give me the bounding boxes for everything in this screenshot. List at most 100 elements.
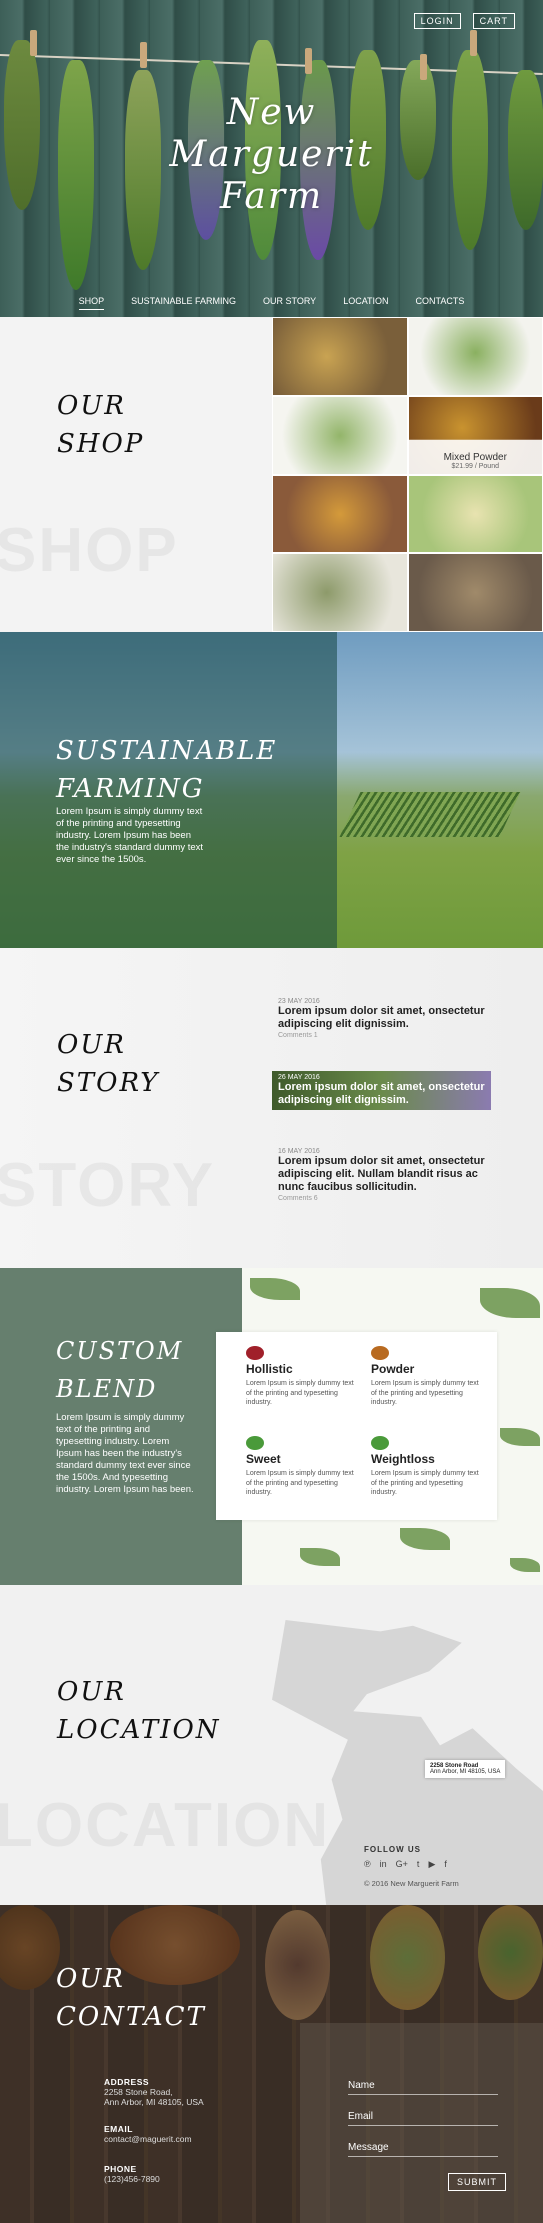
- title-line: SHOP: [57, 429, 145, 459]
- product-name: Mixed Powder: [443, 451, 507, 463]
- title-line: CONTACT: [56, 2002, 206, 2032]
- story-post[interactable]: 16 MAY 2016 Lorem ipsum dolor sit amet, …: [278, 1148, 498, 1202]
- story-post-featured[interactable]: 26 MAY 2016 Lorem ipsum dolor sit amet, …: [272, 1071, 491, 1110]
- site-title: New Marguerit Farm: [0, 92, 543, 218]
- product-tile[interactable]: [272, 317, 408, 396]
- product-tile[interactable]: [407, 553, 543, 632]
- phone-block: PHONE (123)456-7890: [104, 2164, 160, 2184]
- blend-item-name: Sweet: [246, 1452, 281, 1466]
- story-section: OUR STORY STORY 23 MAY 2016 Lorem ipsum …: [0, 948, 543, 1268]
- main-nav: SHOP SUSTAINABLE FARMING OUR STORY LOCAT…: [0, 296, 543, 310]
- clothespin: [30, 30, 37, 56]
- leaf-decoration: [500, 1428, 540, 1446]
- nav-location[interactable]: LOCATION: [343, 296, 388, 310]
- phone-number: (123)456-7890: [104, 2174, 160, 2184]
- google-plus-icon[interactable]: G+: [396, 1859, 408, 1870]
- product-caption: Mixed Powder $21.99 / Pound: [408, 396, 542, 474]
- title-line: BLEND: [56, 1375, 158, 1403]
- leaf-decoration: [250, 1278, 300, 1300]
- story-ghost-text: STORY: [0, 1151, 216, 1220]
- post-comments[interactable]: Comments 6: [278, 1195, 498, 1202]
- story-post[interactable]: 23 MAY 2016 Lorem ipsum dolor sit amet, …: [278, 998, 498, 1039]
- story-title: OUR STORY: [57, 1026, 159, 1102]
- nav-our-story[interactable]: OUR STORY: [263, 296, 316, 310]
- vineyard-rows: [339, 792, 521, 837]
- address-line: 2258 Stone Road,: [104, 2087, 173, 2097]
- message-field[interactable]: [348, 2142, 498, 2157]
- title-line: OUR: [57, 391, 126, 421]
- clothespin: [305, 48, 312, 74]
- post-date: 16 MAY 2016: [278, 1148, 320, 1155]
- login-button[interactable]: LOGIN: [413, 13, 461, 29]
- linkedin-icon[interactable]: in: [380, 1859, 387, 1870]
- cart-button[interactable]: CART: [472, 13, 515, 29]
- post-title[interactable]: Lorem ipsum dolor sit amet, onsectetur a…: [278, 1081, 485, 1107]
- blend-item-name: Weightloss: [371, 1452, 435, 1466]
- title-line: SUSTAINABLE: [56, 736, 278, 766]
- blend-item-sweet[interactable]: Sweet Lorem Ipsum is simply dummy text o…: [246, 1436, 356, 1498]
- location-section: OUR LOCATION LOCATION FOLLOW US ℗ in G+ …: [0, 1585, 543, 1905]
- pinterest-icon[interactable]: ℗: [364, 1859, 371, 1870]
- farming-title: SUSTAINABLE FARMING: [56, 732, 277, 808]
- custom-blend-section: CUSTOM BLEND Lorem Ipsum is simply dummy…: [0, 1268, 543, 1585]
- product-tile-featured[interactable]: Mixed Powder $21.99 / Pound: [407, 395, 543, 475]
- shop-title: OUR SHOP: [57, 387, 144, 463]
- product-tile[interactable]: [407, 317, 543, 396]
- youtube-icon[interactable]: ▶: [428, 1859, 435, 1870]
- blend-description: Lorem Ipsum is simply dummy text of the …: [56, 1412, 194, 1495]
- phone-label: PHONE: [104, 2164, 137, 2174]
- top-links: LOGIN CART: [413, 13, 515, 29]
- title-line: Marguerit: [169, 134, 374, 175]
- blend-item-desc: Lorem Ipsum is simply dummy text of the …: [246, 1380, 354, 1406]
- product-grid: Mixed Powder $21.99 / Pound: [272, 317, 543, 632]
- post-title[interactable]: Lorem ipsum dolor sit amet, onsectetur a…: [278, 1005, 498, 1031]
- email-link[interactable]: contact@maguerit.com: [104, 2134, 192, 2144]
- product-price: $21.99 / Pound: [451, 462, 500, 470]
- product-tile[interactable]: [272, 395, 408, 475]
- nav-contacts[interactable]: CONTACTS: [416, 296, 465, 310]
- title-line: New: [226, 92, 317, 133]
- nav-shop[interactable]: SHOP: [78, 296, 105, 310]
- location-ghost-text: LOCATION: [0, 1791, 331, 1860]
- title-line: FARMING: [56, 774, 205, 804]
- title-line: Farm: [219, 176, 324, 217]
- twitter-icon[interactable]: t: [417, 1859, 420, 1870]
- blend-item-name: Powder: [371, 1362, 415, 1376]
- post-title[interactable]: Lorem ipsum dolor sit amet, onsectetur a…: [278, 1155, 498, 1194]
- berries-icon: [246, 1346, 264, 1360]
- clothespin: [470, 30, 477, 56]
- leaf-icon: [246, 1436, 264, 1450]
- shop-ghost-text: SHOP: [0, 516, 179, 585]
- blend-item-hollistic[interactable]: Hollistic Lorem Ipsum is simply dummy te…: [246, 1346, 356, 1408]
- facebook-icon[interactable]: f: [444, 1859, 447, 1870]
- submit-button[interactable]: SUBMIT: [448, 2173, 507, 2191]
- title-line: STORY: [57, 1068, 160, 1098]
- address-label: ADDRESS: [104, 2077, 150, 2087]
- product-tile[interactable]: [272, 553, 408, 632]
- blend-item-desc: Lorem Ipsum is simply dummy text of the …: [371, 1380, 479, 1406]
- social-links: ℗ in G+ t ▶ f: [364, 1859, 447, 1870]
- nav-sustainable-farming[interactable]: SUSTAINABLE FARMING: [131, 296, 236, 310]
- address-block: ADDRESS 2258 Stone Road, Ann Arbor, MI 4…: [104, 2077, 204, 2107]
- leaf-decoration: [300, 1548, 340, 1566]
- product-tile[interactable]: [272, 474, 408, 554]
- blend-item-desc: Lorem Ipsum is simply dummy text of the …: [246, 1470, 354, 1496]
- title-line: OUR: [56, 1964, 125, 1994]
- product-tile[interactable]: [407, 474, 543, 554]
- title-line: OUR: [57, 1030, 126, 1060]
- post-comments[interactable]: Comments 1: [278, 1032, 498, 1039]
- name-field[interactable]: [348, 2080, 498, 2095]
- blend-title: CUSTOM BLEND: [56, 1332, 183, 1408]
- map-pin-label[interactable]: 2258 Stone Road Ann Arbor, MI 48105, USA: [425, 1760, 506, 1778]
- blend-item-powder[interactable]: Powder Lorem Ipsum is simply dummy text …: [371, 1346, 481, 1408]
- email-field[interactable]: [348, 2111, 498, 2126]
- copyright: © 2016 New Marguerit Farm: [364, 1879, 459, 1888]
- pin-line: Ann Arbor, MI 48105, USA: [430, 1769, 501, 1775]
- email-block: EMAIL contact@maguerit.com: [104, 2124, 192, 2144]
- blend-item-weightloss[interactable]: Weightloss Lorem Ipsum is simply dummy t…: [371, 1436, 481, 1498]
- address-line: Ann Arbor, MI 48105, USA: [104, 2097, 204, 2107]
- blend-card: Hollistic Lorem Ipsum is simply dummy te…: [216, 1332, 497, 1520]
- clothespin: [420, 54, 427, 80]
- email-label: EMAIL: [104, 2124, 133, 2134]
- post-date: 23 MAY 2016: [278, 998, 320, 1005]
